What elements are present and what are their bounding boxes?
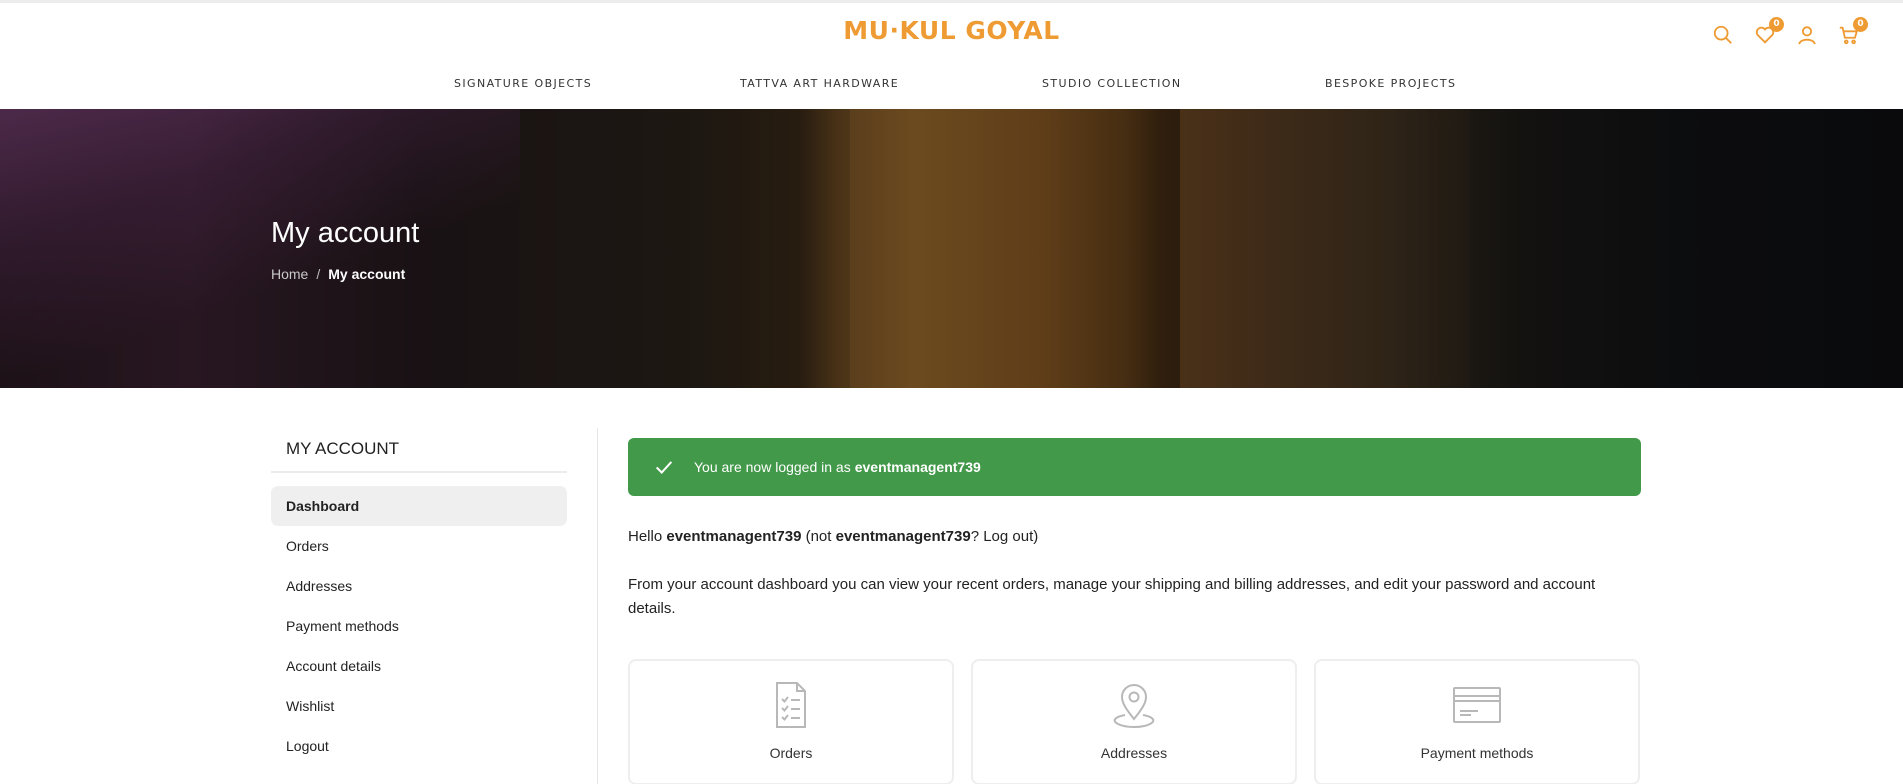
nav-studio-collection[interactable]: STUDIO COLLECTION	[1042, 77, 1182, 90]
search-icon[interactable]	[1711, 23, 1735, 47]
account-nav: Dashboard Orders Addresses Payment metho…	[271, 486, 567, 766]
nav-bespoke-projects[interactable]: BESPOKE PROJECTS	[1325, 77, 1456, 90]
sidebar-item-addresses[interactable]: Addresses	[271, 566, 567, 606]
page-title: My account	[271, 217, 420, 249]
hello-greeting: Hello	[628, 528, 663, 545]
account-dashboard: You are now logged in as eventmanagent739…	[628, 438, 1641, 784]
addresses-card[interactable]: Addresses	[971, 659, 1297, 784]
login-success-notice: You are now logged in as eventmanagent739	[628, 438, 1641, 496]
breadcrumb-separator: /	[316, 266, 321, 282]
sidebar-item-orders[interactable]: Orders	[271, 526, 567, 566]
user-icon[interactable]	[1795, 23, 1819, 47]
hello-not-open: (not	[805, 528, 832, 545]
orders-card[interactable]: Orders	[628, 659, 954, 784]
dashboard-description: From your account dashboard you can view…	[628, 576, 1596, 617]
sidebar-item-payment-methods[interactable]: Payment methods	[271, 606, 567, 646]
breadcrumb-home-link[interactable]: Home	[271, 266, 308, 282]
hello-close: )	[1033, 528, 1039, 545]
vertical-divider	[597, 428, 598, 784]
sidebar-item-account-details[interactable]: Account details	[271, 646, 567, 686]
hello-message: Hello eventmanagent739 (not eventmanagen…	[628, 528, 1641, 545]
cart-button[interactable]: 0	[1837, 17, 1868, 47]
payment-methods-card[interactable]: Payment methods	[1314, 659, 1640, 784]
wishlist-count-badge: 0	[1769, 17, 1784, 32]
logo-text[interactable]: MU·KUL GOYAL	[843, 16, 1059, 45]
logout-link[interactable]: Log out	[983, 528, 1033, 545]
orders-icon	[776, 682, 806, 728]
dashboard-cards: Orders Addresses Payment methods	[628, 659, 1640, 784]
site-header: MU·KUL GOYAL 0 0 SIGNATURE OBJECTS TATTV…	[0, 3, 1903, 109]
card-label: Payment methods	[1420, 745, 1534, 761]
card-label: Addresses	[1100, 745, 1168, 761]
credit-card-icon	[1453, 687, 1501, 723]
card-label: Orders	[769, 745, 813, 761]
header-icons: 0 0	[1711, 17, 1868, 47]
hello-question: ?	[970, 528, 980, 545]
account-sidebar: MY ACCOUNT Dashboard Orders Addresses Pa…	[271, 430, 567, 766]
notice-text: You are now logged in as	[694, 459, 851, 475]
location-pin-icon	[1113, 684, 1155, 728]
nav-signature-objects[interactable]: SIGNATURE OBJECTS	[454, 77, 592, 90]
breadcrumb-current: My account	[328, 266, 406, 282]
checkmark-icon	[655, 461, 673, 474]
sidebar-item-wishlist[interactable]: Wishlist	[271, 686, 567, 726]
wishlist-button[interactable]: 0	[1753, 17, 1784, 47]
breadcrumb: Home / My account	[271, 266, 405, 282]
page-hero: My account Home / My account	[0, 109, 1903, 388]
logo: MU·KUL GOYAL	[0, 16, 1903, 45]
hello-not-username: eventmanagent739	[835, 528, 971, 545]
nav-tattva-art-hardware[interactable]: TATTVA ART HARDWARE	[740, 77, 899, 90]
hello-username: eventmanagent739	[666, 528, 802, 545]
sidebar-item-dashboard[interactable]: Dashboard	[271, 486, 567, 526]
sidebar-title: MY ACCOUNT	[271, 430, 567, 473]
sidebar-item-logout[interactable]: Logout	[271, 726, 567, 766]
main-nav: SIGNATURE OBJECTS TATTVA ART HARDWARE ST…	[0, 77, 1903, 93]
cart-count-badge: 0	[1853, 17, 1868, 32]
notice-username: eventmanagent739	[854, 459, 981, 475]
